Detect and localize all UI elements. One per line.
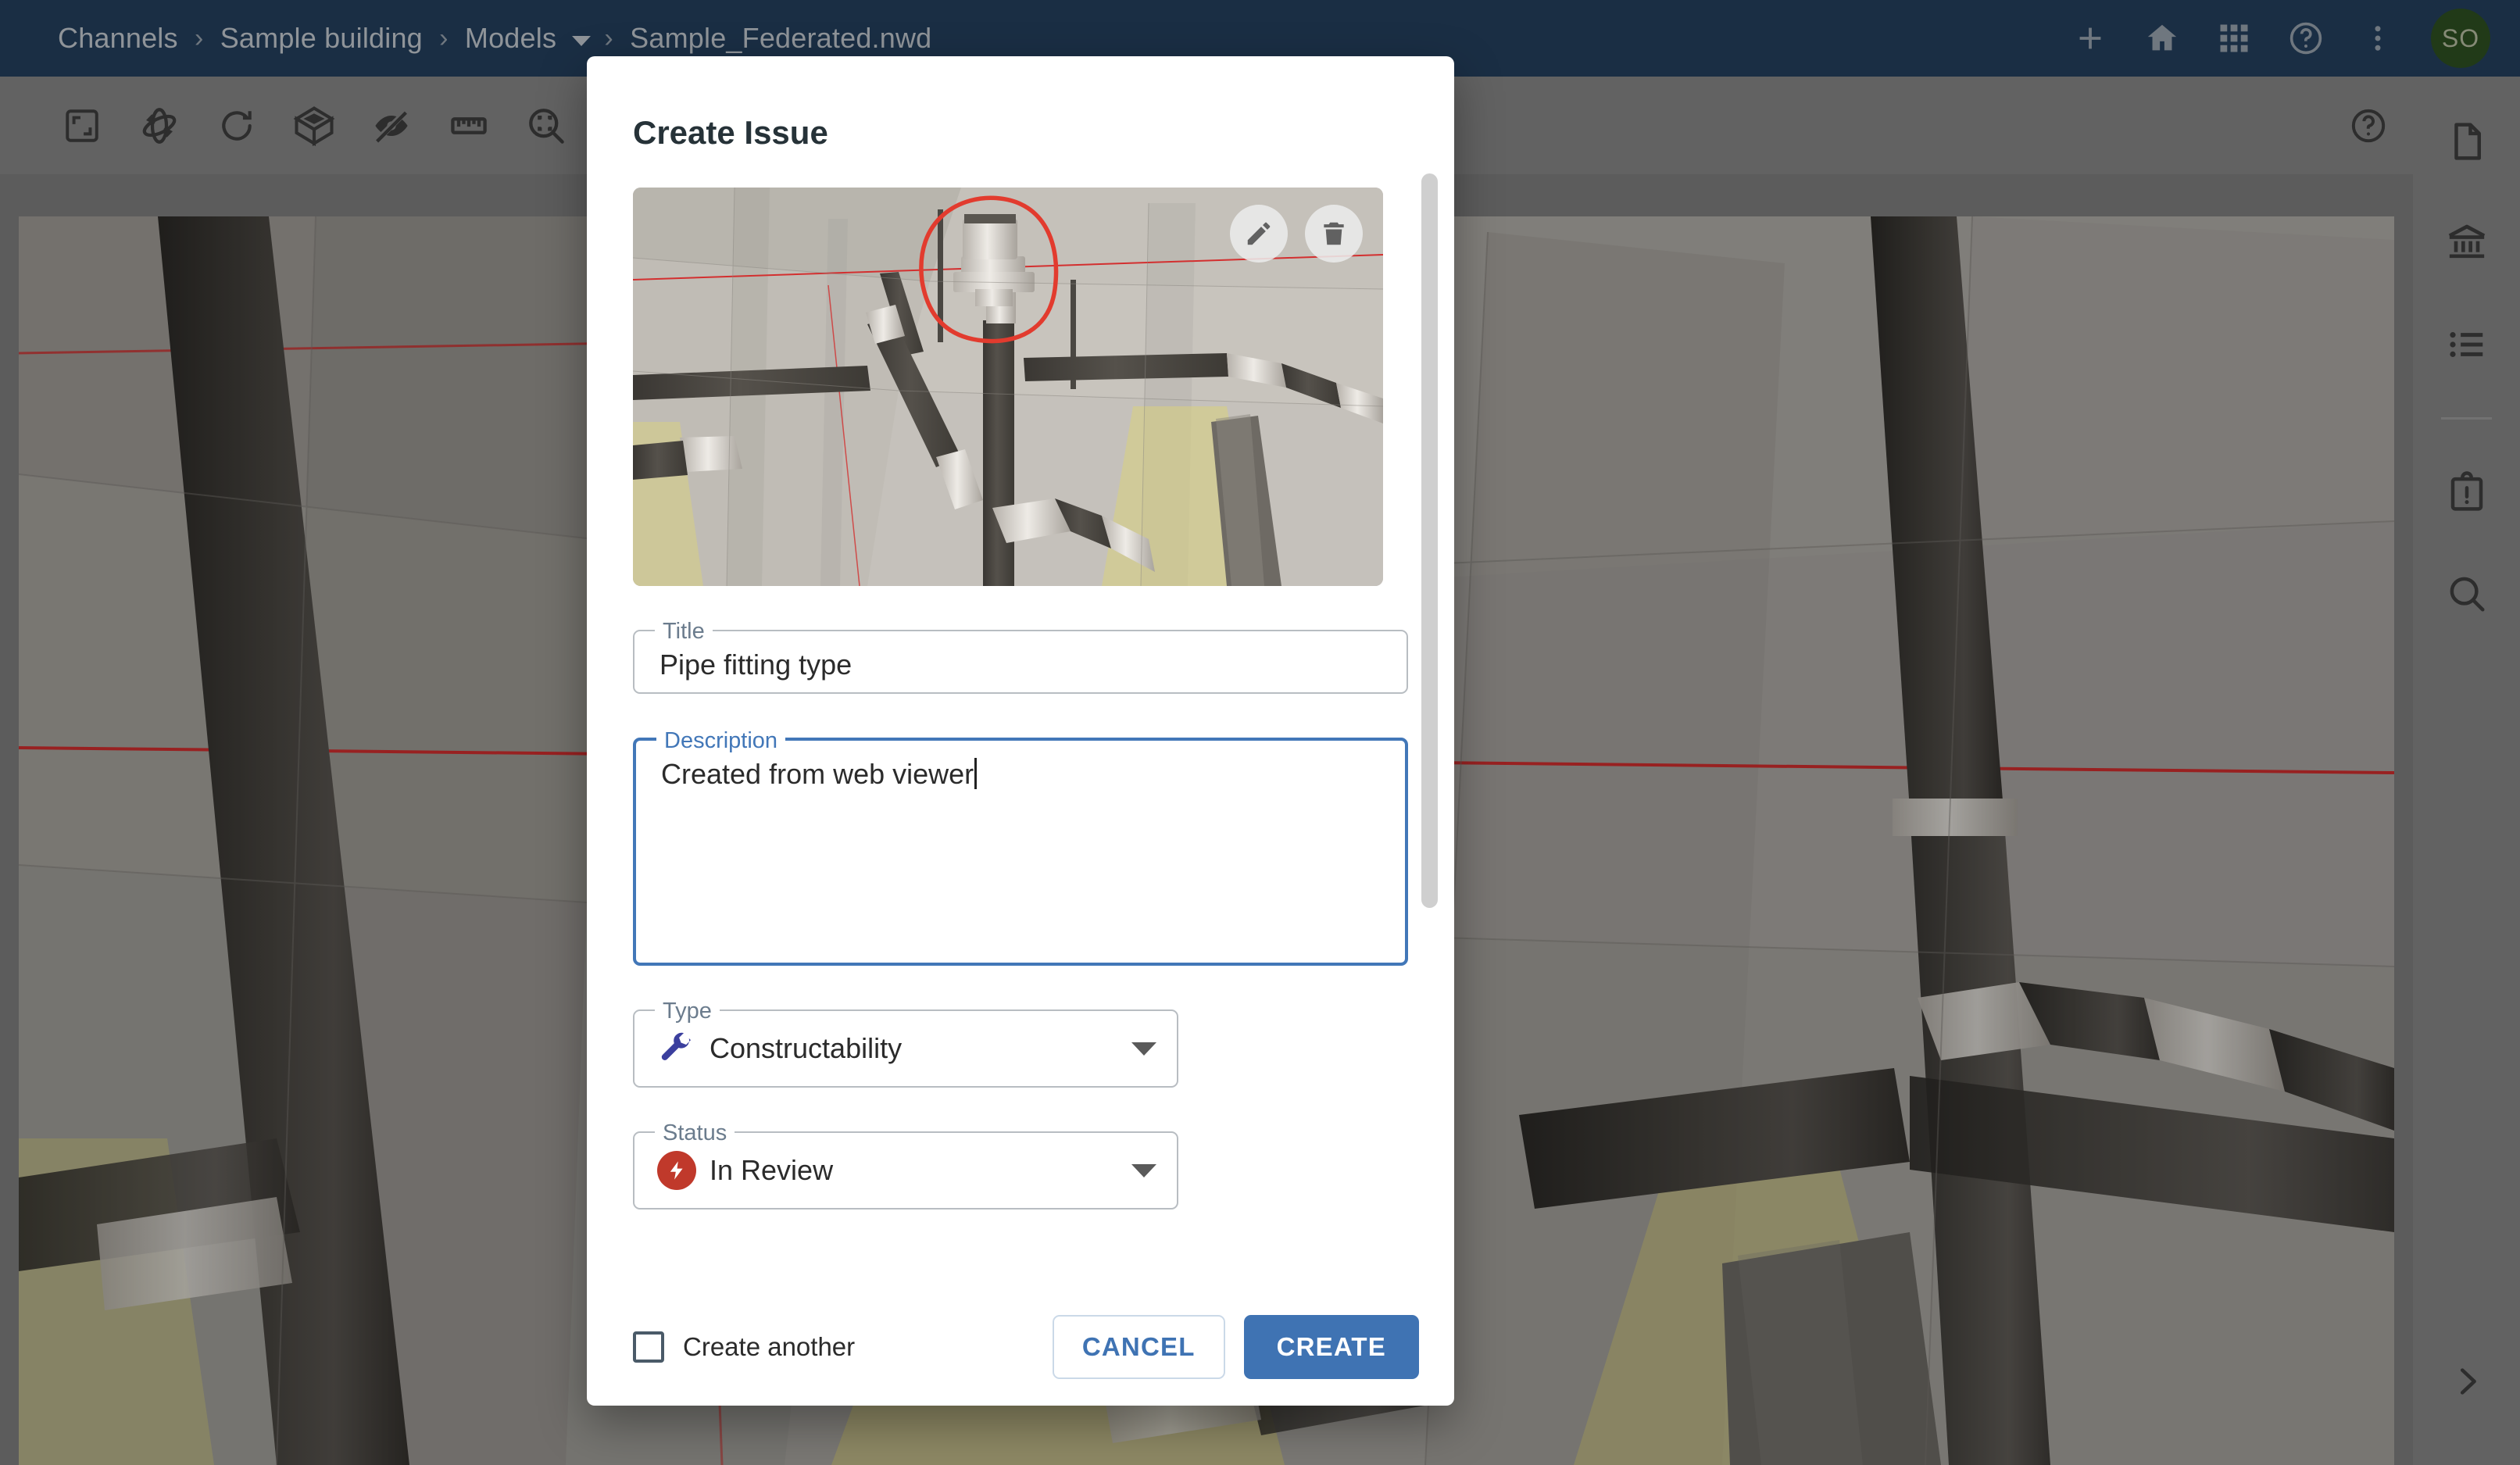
thumbnail-actions xyxy=(1230,205,1363,263)
cancel-button[interactable]: CANCEL xyxy=(1052,1315,1225,1379)
status-select[interactable]: Status In Review xyxy=(633,1119,1178,1210)
description-input[interactable]: Description Created from web viewer xyxy=(633,727,1408,966)
type-field-label: Type xyxy=(655,997,720,1025)
status-field-wrapper: Status In Review xyxy=(633,1119,1408,1210)
status-field-label: Status xyxy=(655,1119,735,1147)
dropdown-arrow-icon[interactable] xyxy=(1131,1042,1156,1056)
delete-thumbnail-icon[interactable] xyxy=(1305,205,1363,263)
issue-viewpoint-thumbnail[interactable] xyxy=(633,188,1383,586)
lightning-bolt-icon xyxy=(652,1151,702,1190)
checkbox-box-icon[interactable] xyxy=(633,1331,664,1363)
dialog-scrollbar[interactable] xyxy=(1421,173,1438,908)
title-field-value[interactable]: Pipe fitting type xyxy=(634,631,1407,692)
type-select[interactable]: Type Constructability xyxy=(633,997,1178,1088)
create-issue-dialog: Create Issue Title Pipe fitting type Des… xyxy=(587,56,1454,1406)
title-field-label: Title xyxy=(655,617,713,645)
description-field-label: Description xyxy=(656,727,786,755)
description-text: Created from web viewer xyxy=(661,758,974,790)
dialog-footer: Create another CANCEL CREATE xyxy=(587,1288,1454,1406)
app-root: Channels › Sample building › Models › Sa… xyxy=(0,0,2520,1465)
type-select-value: Constructability xyxy=(710,1032,903,1064)
type-field-wrapper: Type Constructability xyxy=(633,997,1408,1088)
title-field-wrapper: Title Pipe fitting type xyxy=(633,617,1408,694)
wrench-icon xyxy=(652,1031,702,1067)
create-button[interactable]: CREATE xyxy=(1243,1315,1419,1379)
status-select-value: In Review xyxy=(710,1154,834,1186)
dialog-body: Title Pipe fitting type Description Crea… xyxy=(587,152,1454,1288)
description-field-wrapper: Description Created from web viewer xyxy=(633,727,1408,966)
dialog-title: Create Issue xyxy=(633,114,828,151)
dropdown-arrow-icon[interactable] xyxy=(1131,1163,1156,1177)
create-another-label: Create another xyxy=(683,1332,856,1361)
title-input[interactable]: Title Pipe fitting type xyxy=(633,617,1408,694)
text-caret xyxy=(974,758,978,789)
edit-markup-icon[interactable] xyxy=(1230,205,1288,263)
status-badge xyxy=(657,1151,696,1190)
create-another-checkbox[interactable]: Create another xyxy=(633,1331,855,1363)
